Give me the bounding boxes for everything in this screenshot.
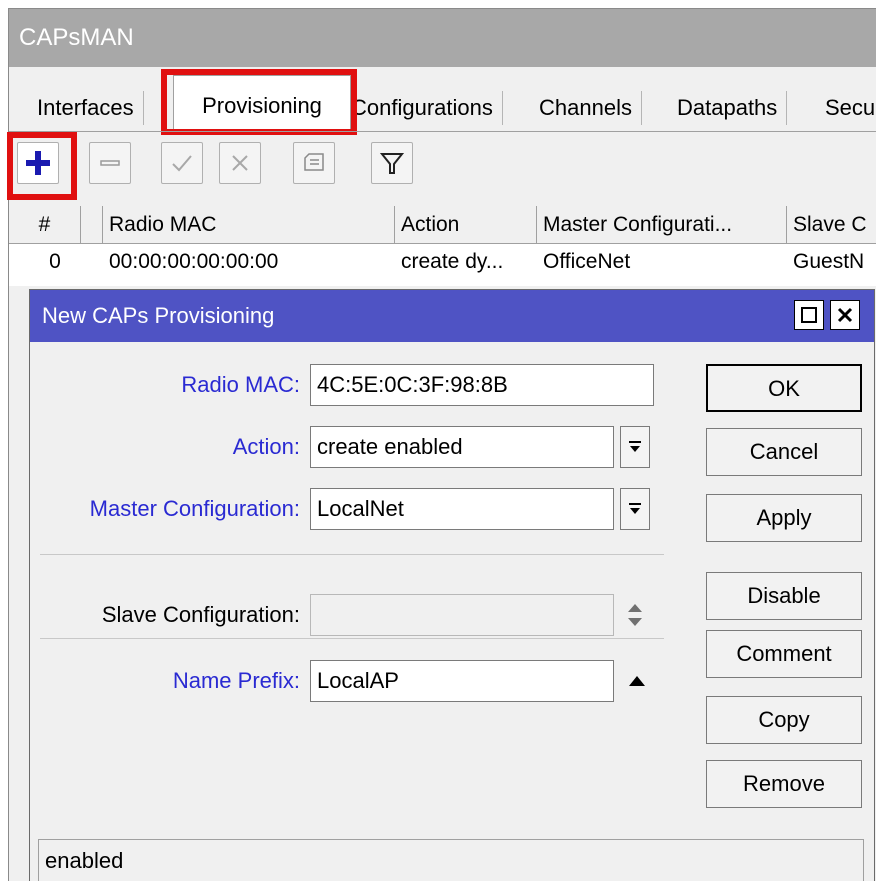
section-divider bbox=[40, 554, 664, 555]
slave-configuration-label: Slave Configuration: bbox=[101, 602, 300, 627]
name-prefix-collapse-arrow[interactable] bbox=[624, 668, 650, 694]
capsman-window: CAPsMAN Interfaces Provisioning Configur… bbox=[7, 8, 876, 881]
column-header-radio-mac[interactable]: Radio MAC bbox=[103, 206, 395, 244]
disable-button[interactable]: Disable bbox=[706, 572, 862, 620]
toolbar bbox=[7, 132, 876, 206]
name-prefix-label: Name Prefix: bbox=[172, 668, 300, 693]
tab-channels[interactable]: Channels bbox=[539, 89, 642, 127]
filter-icon bbox=[379, 153, 405, 174]
master-configuration-dropdown-button[interactable] bbox=[620, 488, 650, 530]
cell-slave-configuration: GuestN bbox=[793, 250, 865, 273]
column-header-action[interactable]: Action bbox=[395, 206, 537, 244]
action-dropdown-button[interactable] bbox=[620, 426, 650, 468]
enable-button[interactable] bbox=[161, 142, 203, 184]
maximize-button[interactable] bbox=[794, 300, 824, 330]
provisioning-table: # Radio MAC Action Master Configurati...… bbox=[9, 206, 876, 286]
cell-master-configuration: OfficeNet bbox=[543, 250, 631, 273]
copy-button[interactable]: Copy bbox=[706, 696, 862, 744]
radio-mac-label: Radio MAC: bbox=[181, 372, 300, 397]
cross-icon bbox=[232, 155, 248, 171]
slave-configuration-select[interactable] bbox=[310, 594, 614, 636]
table-header: # Radio MAC Action Master Configurati...… bbox=[9, 206, 876, 244]
radio-mac-input[interactable]: 4C:5E:0C:3F:98:8B bbox=[310, 364, 654, 406]
tab-interfaces[interactable]: Interfaces bbox=[37, 89, 144, 127]
column-header-master-configuration[interactable]: Master Configurati... bbox=[537, 206, 787, 244]
check-icon bbox=[172, 155, 192, 172]
table-row[interactable]: 0 00:00:00:00:00:00 create dy... OfficeN… bbox=[9, 244, 876, 280]
note-icon bbox=[304, 153, 324, 171]
remove-button[interactable] bbox=[89, 142, 131, 184]
disable-button[interactable] bbox=[219, 142, 261, 184]
apply-button[interactable]: Apply bbox=[706, 494, 862, 542]
plus-icon bbox=[26, 151, 50, 175]
minus-icon bbox=[100, 160, 120, 166]
cell-radio-mac: 00:00:00:00:00:00 bbox=[109, 250, 279, 273]
section-divider bbox=[40, 638, 664, 639]
dropdown-arrow-icon bbox=[629, 441, 641, 452]
new-caps-provisioning-dialog: New CAPs Provisioning Radio MAC: 4C:5E:0… bbox=[29, 289, 875, 881]
master-configuration-select[interactable]: LocalNet bbox=[310, 488, 614, 530]
cancel-button[interactable]: Cancel bbox=[706, 428, 862, 476]
up-arrow-icon bbox=[629, 676, 645, 686]
dialog-title: New CAPs Provisioning bbox=[30, 290, 874, 342]
master-configuration-label: Master Configuration: bbox=[89, 496, 300, 521]
remove-button[interactable]: Remove bbox=[706, 760, 862, 808]
maximize-icon bbox=[801, 307, 817, 323]
filter-button[interactable] bbox=[371, 142, 413, 184]
action-select[interactable]: create enabled bbox=[310, 426, 614, 468]
action-label: Action: bbox=[232, 434, 300, 459]
name-prefix-input[interactable]: LocalAP bbox=[310, 660, 614, 702]
column-header-flags[interactable] bbox=[81, 206, 103, 244]
up-down-arrow-icon bbox=[628, 604, 642, 626]
close-button[interactable] bbox=[830, 300, 860, 330]
tab-bar: Interfaces Provisioning Configurations C… bbox=[9, 69, 876, 135]
tab-security[interactable]: Secu bbox=[825, 89, 875, 127]
column-header-number[interactable]: # bbox=[9, 206, 81, 244]
cell-number: 0 bbox=[49, 250, 61, 273]
tab-configurations[interactable]: Configurations bbox=[351, 89, 503, 127]
column-header-slave-configuration[interactable]: Slave C bbox=[787, 206, 876, 244]
window-title: CAPsMAN bbox=[9, 9, 876, 67]
close-icon bbox=[837, 307, 853, 323]
tab-provisioning[interactable]: Provisioning bbox=[173, 75, 351, 131]
comment-button[interactable] bbox=[293, 142, 335, 184]
add-button[interactable] bbox=[17, 142, 59, 184]
tab-datapaths[interactable]: Datapaths bbox=[677, 89, 788, 127]
cell-action: create dy... bbox=[401, 250, 504, 273]
status-bar: enabled bbox=[38, 839, 864, 881]
slave-configuration-updown-arrows[interactable] bbox=[622, 600, 648, 630]
dropdown-arrow-icon bbox=[629, 503, 641, 514]
comment-button[interactable]: Comment bbox=[706, 630, 862, 678]
ok-button[interactable]: OK bbox=[706, 364, 862, 412]
